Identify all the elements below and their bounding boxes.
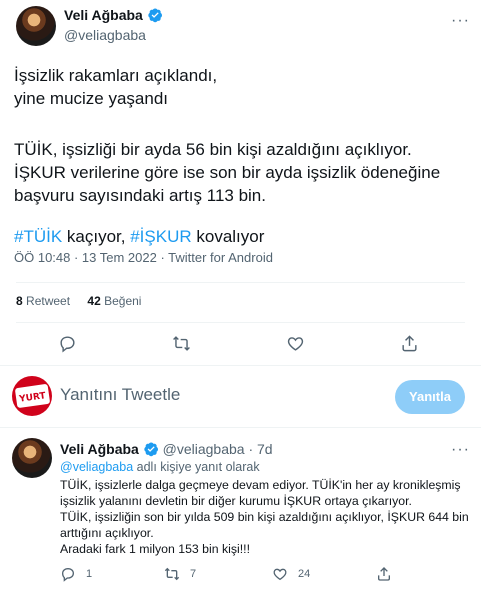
tweet-line: İşsizlik rakamları açıklandı,: [14, 66, 218, 85]
tweet-line: başvuru sayısındaki artış 113 bin.: [14, 186, 266, 205]
hashtag-iskur[interactable]: #İŞKUR: [130, 227, 191, 246]
retweet-icon: [164, 567, 180, 581]
tweet-stats: 8 Retweet 42 Beğeni: [16, 294, 141, 308]
hashtag-line-end: kovalıyor: [191, 227, 265, 246]
more-options-icon[interactable]: ···: [451, 12, 470, 30]
reply-input[interactable]: Yanıtını Tweetle: [60, 385, 360, 405]
retweet-stat[interactable]: 8 Retweet: [16, 294, 73, 308]
divider: [16, 282, 465, 283]
yurt-logo: YURT: [14, 383, 50, 409]
reply-line: TÜİK, işsizlerle dalga geçmeye devam edi…: [60, 478, 461, 492]
reply-like-action[interactable]: 24: [272, 566, 310, 582]
verified-badge-icon: [144, 442, 158, 457]
reply-author-avatar[interactable]: [12, 438, 52, 478]
reply-more-options-icon[interactable]: ···: [451, 441, 470, 459]
reply-author-handle[interactable]: @veliagbaba: [163, 441, 245, 457]
like-stat[interactable]: 42 Beğeni: [87, 294, 141, 308]
reply-line: Aradaki fark 1 milyon 153 bin kişi!!!: [60, 542, 251, 556]
reply-retweet-count: 7: [190, 568, 197, 580]
reply-line: arttığını açıklıyor.: [60, 526, 154, 540]
retweet-count: 8: [16, 294, 23, 308]
author-avatar[interactable]: [16, 6, 56, 46]
like-icon[interactable]: [286, 334, 305, 353]
replying-to-handle[interactable]: @veliagbaba: [60, 460, 133, 474]
reply-icon[interactable]: [58, 334, 77, 353]
like-label: Beğeni: [104, 294, 142, 308]
tweet-line: yine mucize yaşandı: [14, 89, 169, 108]
reply-share-action[interactable]: [376, 566, 392, 587]
verified-badge-icon: [148, 8, 163, 23]
hashtag-line-mid: kaçıyor,: [62, 227, 131, 246]
reply-icon: [61, 567, 75, 582]
reply-time[interactable]: · 7d: [248, 441, 272, 457]
reply-line: TÜİK, işsizliğin son bir yılda 509 bin k…: [60, 510, 469, 524]
yurt-logo-text: YURT: [18, 391, 47, 405]
share-icon: [378, 567, 390, 581]
reply-header: Veli Ağbaba @veliagbaba · 7d: [60, 441, 273, 457]
retweet-icon[interactable]: [172, 334, 191, 353]
hashtag-tuik[interactable]: #TÜİK: [14, 227, 62, 246]
reply-retweet-action[interactable]: 7: [164, 566, 196, 582]
reply-reply-action[interactable]: 1: [60, 566, 92, 582]
tweet-meta[interactable]: ÖÖ 10:48 · 13 Tem 2022 · Twitter for And…: [14, 250, 273, 265]
reply-submit-button[interactable]: Yanıtla: [395, 380, 465, 414]
author-handle[interactable]: @veliagbaba: [64, 27, 146, 43]
replying-to-suffix: adlı kişiye yanıt olarak: [133, 460, 260, 474]
replying-to: @veliagbaba adlı kişiye yanıt olarak: [60, 460, 260, 474]
like-icon: [273, 568, 287, 581]
author-header: Veli Ağbaba: [64, 7, 163, 25]
divider: [0, 365, 481, 366]
author-name[interactable]: Veli Ağbaba: [64, 7, 143, 23]
like-count: 42: [87, 294, 101, 308]
tweet-line: İŞKUR verilerine göre ise son bir ayda i…: [14, 163, 441, 182]
divider: [16, 322, 465, 323]
divider: [0, 427, 481, 428]
share-icon[interactable]: [400, 334, 419, 353]
tweet-line: TÜİK, işsizliği bir ayda 56 bin kişi aza…: [14, 140, 412, 159]
reply-like-count: 24: [298, 568, 311, 580]
hashtag-line: #TÜİK kaçıyor, #İŞKUR kovalıyor: [14, 225, 474, 248]
reply-reply-count: 1: [86, 568, 93, 580]
reply-line: işsizlik yalanını devletin bir diğer kur…: [60, 494, 412, 508]
tweet-body: İşsizlik rakamları açıklandı, yine muciz…: [14, 64, 474, 248]
reply-body: TÜİK, işsizlerle dalga geçmeye devam edi…: [60, 477, 475, 557]
current-user-avatar[interactable]: YURT: [12, 376, 52, 416]
retweet-label: Retweet: [26, 294, 71, 308]
reply-author-name[interactable]: Veli Ağbaba: [60, 441, 139, 457]
